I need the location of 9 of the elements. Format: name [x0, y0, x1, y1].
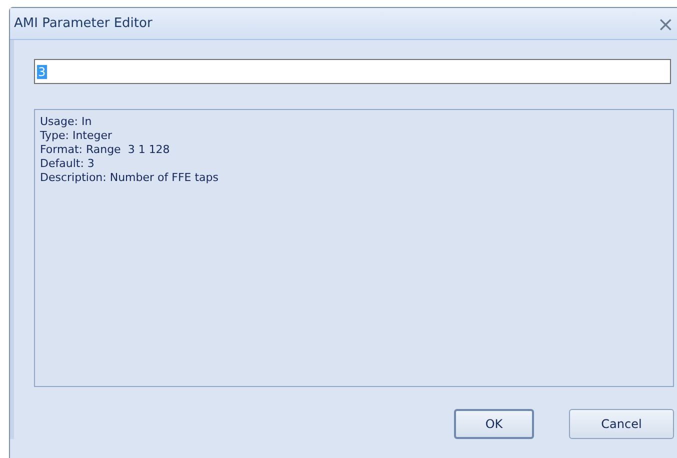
info-line: Usage: In — [40, 115, 93, 129]
close-button[interactable]: × — [655, 12, 676, 36]
window-title: AMI Parameter Editor — [13, 16, 152, 31]
info-line: Format: Range 3 1 128 — [40, 143, 171, 157]
info-line: Description: Number of FFE taps — [40, 171, 220, 185]
cancel-button[interactable]: Cancel — [569, 409, 674, 439]
info-line: Type: Integer — [40, 129, 114, 143]
ok-button[interactable]: OK — [454, 409, 534, 439]
info-line: Default: 3 — [40, 157, 96, 171]
